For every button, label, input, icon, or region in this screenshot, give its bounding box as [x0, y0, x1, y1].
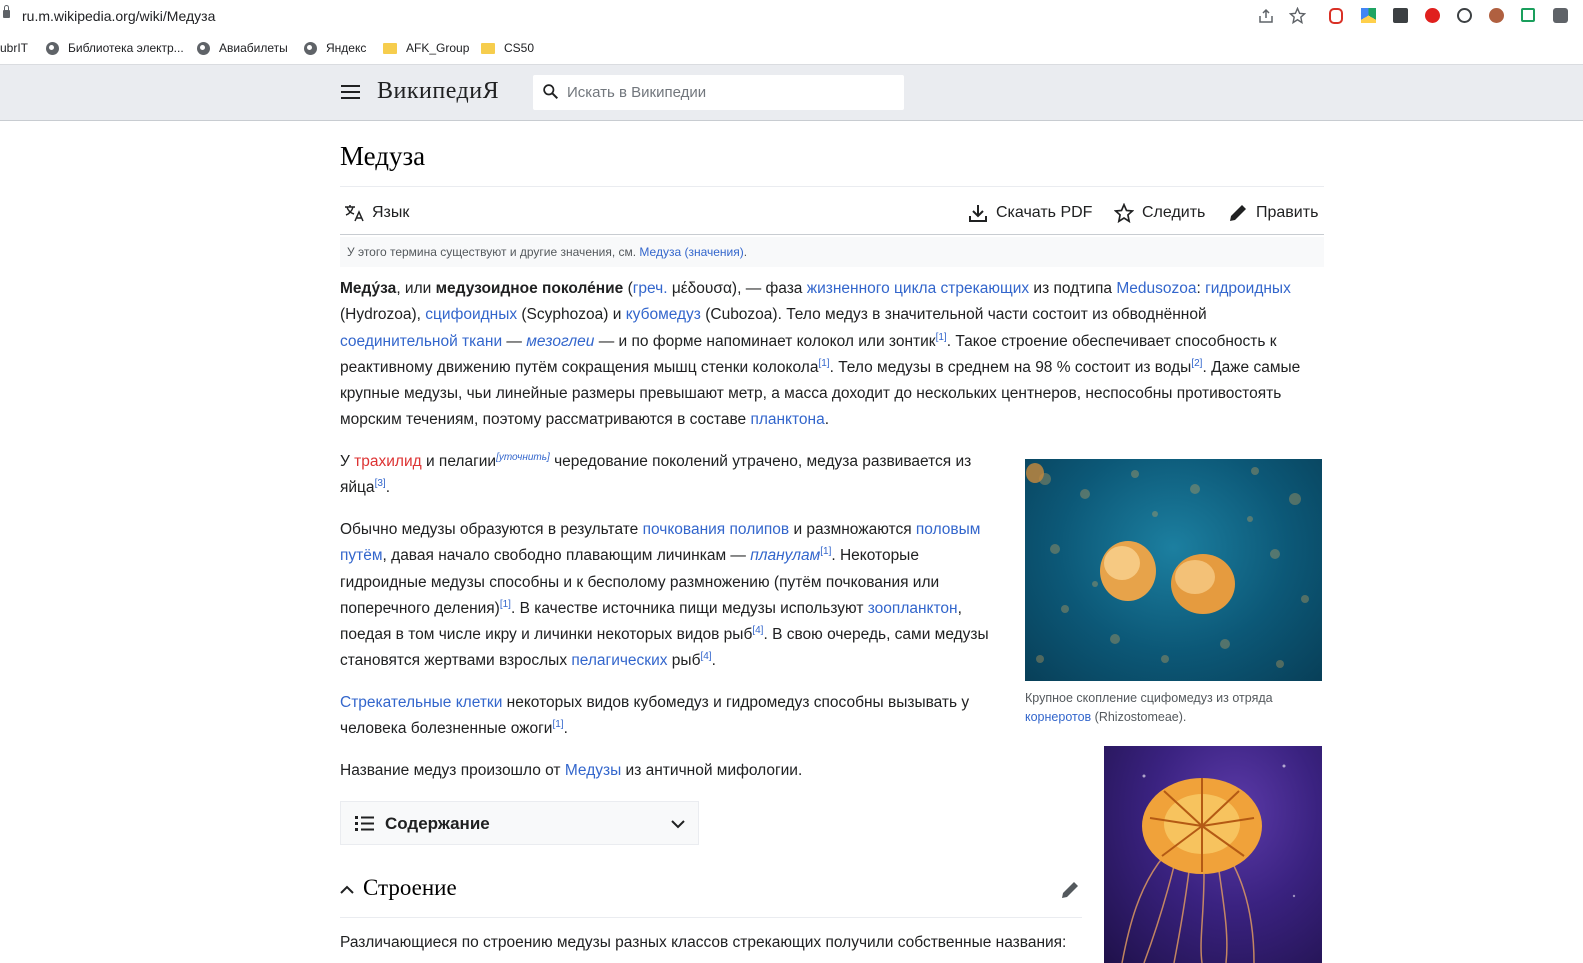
search-input[interactable]: [567, 75, 897, 110]
orange-jellyfish-image[interactable]: [1104, 746, 1322, 963]
globe-icon: [46, 41, 59, 55]
language-icon: [345, 204, 364, 221]
link-cnidocytes[interactable]: Стрекательные клетки: [340, 694, 502, 711]
page-actions-bar: Язык Скачать PDF Следить Править: [340, 196, 1324, 235]
watch-button[interactable]: Следить: [1114, 196, 1205, 229]
bookmark-ubrit[interactable]: ubrIT: [0, 40, 28, 56]
intro-paragraph: Меду́за, или медузоидное поколе́ние (гре…: [340, 280, 1301, 429]
link-scyphozoa[interactable]: сцифоидных: [425, 306, 517, 323]
citation-1[interactable]: [1]: [552, 719, 563, 730]
globe-icon: [197, 41, 210, 55]
download-pdf-button[interactable]: Скачать PDF: [968, 196, 1092, 229]
chevron-down-icon: [671, 820, 685, 829]
wiki-header: ВикипедиЯ: [0, 65, 1583, 121]
paragraph-5: Название медуз произошло от Медузы из ан…: [340, 762, 803, 779]
search-icon: [543, 84, 559, 100]
link-trachylinae[interactable]: трахилид: [354, 453, 422, 470]
wikipedia-logo[interactable]: ВикипедиЯ: [377, 78, 499, 105]
jellyfish-swarm-image[interactable]: [1025, 459, 1322, 681]
disambiguation-link[interactable]: Медуза (значения): [639, 245, 743, 259]
lock-icon[interactable]: [3, 5, 10, 18]
list-icon: [355, 816, 374, 831]
link-medusozoa[interactable]: Medusozoa: [1116, 280, 1196, 297]
link-plankton[interactable]: планктона: [750, 411, 824, 428]
pencil-icon: [1230, 204, 1246, 221]
section-heading[interactable]: Строение: [340, 873, 1082, 918]
citation-1[interactable]: [1]: [820, 546, 831, 557]
paragraph-2: У трахилид и пелагии[уточнить] чередован…: [340, 451, 972, 497]
share-icon[interactable]: [1257, 7, 1274, 24]
link-budding[interactable]: почкования: [643, 521, 726, 538]
citation-1[interactable]: [1]: [818, 358, 829, 369]
folder-icon: [383, 42, 397, 54]
extensions-puzzle-icon[interactable]: [1553, 8, 1568, 23]
link-cnidaria[interactable]: стрекающих: [941, 280, 1030, 297]
page-title: Медуза: [340, 141, 426, 171]
toc-label: Содержание: [385, 814, 490, 833]
clarify-tag[interactable]: [уточнить]: [496, 452, 550, 463]
section-title: Строение: [363, 875, 457, 900]
bookmark-afk-group[interactable]: AFK_Group: [383, 40, 469, 56]
bookmark-library[interactable]: Библиотека электр...: [46, 40, 184, 56]
hatnote: У этого термина существуют и другие знач…: [340, 237, 1324, 267]
bookmark-yandex[interactable]: Яндекс: [304, 40, 366, 56]
extension-avatar-icon[interactable]: [1489, 8, 1504, 23]
link-medusa-myth[interactable]: Медузы: [565, 762, 621, 779]
link-cubozoa[interactable]: кубомедуз: [626, 306, 701, 323]
menu-icon[interactable]: [341, 84, 360, 100]
search-box[interactable]: [533, 75, 904, 110]
address-field[interactable]: ru.m.wikipedia.org/wiki/Медуза: [22, 8, 215, 24]
image-caption: Крупное скопление сцифомедуз из отряда к…: [1025, 691, 1273, 724]
star-icon: [1114, 202, 1134, 223]
chevron-up-icon[interactable]: [340, 885, 354, 894]
link-rhizostomeae[interactable]: корнеротов: [1025, 710, 1091, 724]
paragraph-3: Обычно медузы образуются в результате по…: [340, 521, 989, 670]
divider: [340, 186, 1324, 187]
link-mesoglea[interactable]: мезоглеи: [526, 333, 594, 350]
link-polyps[interactable]: полипов: [730, 521, 790, 538]
opera-vpn-icon[interactable]: [1425, 8, 1440, 23]
citation-3[interactable]: [3]: [375, 478, 386, 489]
jellyfish-swarm-illustration: [1026, 463, 1309, 668]
citation-1[interactable]: [1]: [936, 331, 947, 342]
citation-2[interactable]: [2]: [1191, 358, 1202, 369]
bookmark-star-icon[interactable]: [1289, 7, 1306, 24]
extension-screen-icon[interactable]: [1393, 8, 1408, 23]
google-drive-icon[interactable]: [1361, 8, 1376, 23]
link-pelagic[interactable]: пелагических: [571, 652, 667, 669]
link-life-cycle[interactable]: жизненного цикла: [807, 280, 936, 297]
extension-shield-icon[interactable]: [1521, 8, 1535, 22]
download-icon: [969, 204, 987, 222]
folder-icon: [481, 42, 495, 54]
globe-icon: [304, 41, 317, 55]
paragraph-4: Стрекательные клетки некоторых видов куб…: [340, 694, 970, 738]
edit-button[interactable]: Править: [1228, 196, 1318, 229]
link-planula[interactable]: планулам: [750, 547, 820, 564]
section-paragraph: Различающиеся по строению медузы разных …: [340, 934, 1067, 951]
link-hydrozoa[interactable]: гидроидных: [1205, 280, 1291, 297]
extension-circle-icon[interactable]: [1457, 8, 1472, 23]
citation-4[interactable]: [4]: [752, 625, 763, 636]
link-connective-tissue[interactable]: соединительной ткани: [340, 333, 502, 350]
citation-4[interactable]: [4]: [700, 651, 711, 662]
language-button[interactable]: Язык: [344, 196, 409, 229]
edit-section-icon[interactable]: [1060, 880, 1080, 900]
bookmark-cs50[interactable]: CS50: [481, 40, 534, 56]
extension-red-icon[interactable]: [1329, 8, 1343, 24]
bookmark-flights[interactable]: Авиабилеты: [197, 40, 288, 56]
bookmarks-bar: ubrIT Библиотека электр... Авиабилеты Ян…: [0, 32, 1583, 65]
link-greek[interactable]: греч.: [633, 280, 668, 297]
browser-url-bar: ru.m.wikipedia.org/wiki/Медуза: [0, 0, 1583, 32]
orange-jellyfish-illustration: [1121, 764, 1296, 963]
citation-1[interactable]: [1]: [500, 599, 511, 610]
link-zooplankton[interactable]: зоопланктон: [868, 600, 958, 617]
table-of-contents-toggle[interactable]: Содержание: [340, 801, 699, 845]
